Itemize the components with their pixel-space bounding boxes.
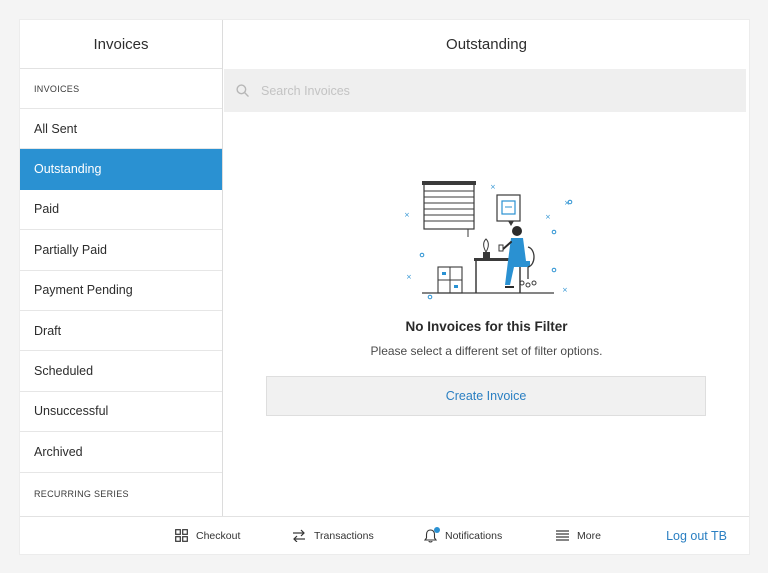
bottom-tab-bar: Checkout Transactions Notifications More… (20, 516, 749, 554)
tab-more-label: More (577, 529, 601, 542)
main-panel: Outstanding Search Invoices × × × × × × … (224, 20, 749, 516)
section-header-recurring-series: RECURRING SERIES (34, 488, 129, 499)
search-bar[interactable] (224, 69, 746, 112)
app-window: Invoices INVOICES All Sent Outstanding P… (20, 20, 749, 554)
tab-transactions[interactable]: Transactions (292, 517, 374, 554)
sidebar: Invoices INVOICES All Sent Outstanding P… (20, 20, 223, 516)
tab-notifications-label: Notifications (445, 529, 503, 542)
tab-more[interactable]: More (556, 517, 601, 554)
page-title: Outstanding (446, 36, 527, 53)
sidebar-item-all-sent[interactable]: All Sent (20, 109, 222, 150)
sidebar-item-unsuccessful[interactable]: Unsuccessful (20, 392, 222, 433)
logout-button[interactable]: Log out TB (666, 517, 727, 554)
grid-icon (175, 529, 188, 542)
sidebar-item-draft[interactable]: Draft (20, 311, 222, 352)
svg-text:×: × (490, 183, 496, 191)
svg-text:×: × (404, 211, 410, 219)
menu-icon (556, 530, 569, 541)
bell-icon (424, 526, 440, 543)
search-input[interactable] (261, 83, 681, 98)
sidebar-item-partially-paid[interactable]: Partially Paid (20, 230, 222, 271)
create-invoice-button[interactable]: Create Invoice (266, 376, 706, 416)
sidebar-item-archived[interactable]: Archived (20, 432, 222, 473)
svg-text:×: × (406, 273, 412, 281)
svg-text:×: × (545, 213, 551, 221)
search-icon (236, 84, 249, 97)
sidebar-title: Invoices (20, 20, 222, 69)
swap-arrows-icon (292, 529, 306, 542)
tab-checkout-label: Checkout (196, 529, 241, 542)
person-at-desk-illustration: × × × × × × (404, 181, 573, 300)
sidebar-item-scheduled[interactable]: Scheduled (20, 351, 222, 392)
empty-state-subtitle: Please select a different set of filter … (370, 344, 603, 358)
tab-transactions-label: Transactions (314, 529, 374, 542)
svg-text:×: × (562, 286, 568, 294)
sidebar-item-outstanding[interactable]: Outstanding (20, 149, 222, 190)
tab-checkout[interactable]: Checkout (175, 517, 240, 554)
section-header-invoices: INVOICES (20, 69, 222, 109)
sidebar-item-payment-pending[interactable]: Payment Pending (20, 271, 222, 311)
sidebar-item-paid[interactable]: Paid (20, 190, 222, 231)
tab-notifications[interactable]: Notifications (424, 517, 502, 554)
empty-state-title: No Invoices for this Filter (405, 319, 568, 334)
notification-badge (434, 526, 440, 533)
